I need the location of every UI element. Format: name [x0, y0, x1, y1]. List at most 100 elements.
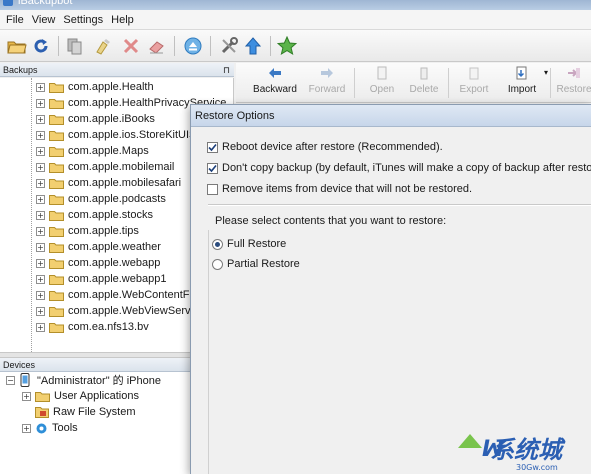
folder-icon — [49, 274, 64, 285]
full-restore-radio[interactable]: Full Restore — [212, 238, 286, 250]
dialog-divider — [208, 204, 591, 206]
forward-button[interactable]: Forward — [304, 66, 350, 95]
menu-file[interactable]: File — [4, 14, 30, 26]
pin-icon[interactable]: ⊓ — [223, 63, 230, 77]
device-child-user-applications[interactable]: + User Applications — [22, 388, 139, 404]
tree-item[interactable]: + com.apple.ios.StoreKitUISe — [36, 127, 203, 143]
tree-item[interactable]: + com.apple.mobilesafari — [36, 175, 181, 191]
folder-icon — [49, 178, 64, 189]
expand-icon[interactable]: + — [36, 210, 45, 220]
menu-help[interactable]: Help — [109, 14, 140, 26]
expand-icon[interactable]: + — [22, 391, 31, 401]
folder-icon — [35, 391, 50, 402]
folder-icon — [49, 82, 64, 93]
expand-icon[interactable]: + — [36, 322, 45, 332]
expand-icon[interactable]: + — [36, 178, 45, 188]
device-child-tools[interactable]: + Tools — [22, 420, 78, 436]
tree-item[interactable]: + com.apple.WebContentFilter — [36, 287, 207, 303]
reboot-after-restore-checkbox[interactable]: Reboot device after restore (Recommended… — [207, 141, 443, 153]
tree-item[interactable]: + com.apple.stocks — [36, 207, 153, 223]
expand-icon[interactable]: + — [36, 114, 45, 124]
window-title: iBackupbot — [18, 0, 73, 7]
arrow-right-icon — [321, 68, 333, 78]
folder-icon — [49, 98, 64, 109]
expand-icon[interactable]: + — [36, 194, 45, 204]
folder-icon — [49, 130, 64, 141]
export-button[interactable]: Export — [454, 66, 494, 95]
expand-icon[interactable]: + — [22, 423, 31, 433]
contents-label: Please select contents that you want to … — [215, 215, 447, 227]
open-button[interactable]: Open — [364, 66, 400, 95]
expand-icon[interactable]: + — [36, 258, 45, 268]
backward-button[interactable]: Backward — [250, 66, 300, 95]
tree-item[interactable]: + com.apple.iBooks — [36, 111, 155, 127]
document-icon — [377, 66, 387, 80]
main-toolbar — [0, 30, 591, 62]
copy-icon[interactable] — [64, 35, 86, 57]
tree-item[interactable]: + com.ea.nfs13.bv — [36, 319, 149, 335]
watermark-text: 系统城 — [490, 436, 566, 464]
open-folder-icon[interactable] — [6, 35, 28, 57]
remove-items-checkbox[interactable]: Remove items from device that will not b… — [207, 183, 472, 195]
menu-settings[interactable]: Settings — [61, 14, 109, 26]
folder-icon — [49, 306, 64, 317]
devices-header-label: Devices — [3, 360, 36, 370]
refresh-icon[interactable] — [30, 35, 52, 57]
export-icon — [469, 67, 479, 80]
expand-icon[interactable]: + — [36, 82, 45, 92]
dialog-title: Restore Options — [191, 105, 591, 127]
tree-item[interactable]: + com.apple.mobilemail — [36, 159, 174, 175]
partial-restore-radio[interactable]: Partial Restore — [212, 258, 300, 270]
import-icon — [516, 66, 527, 80]
device-node[interactable]: − "Administrator" 的 iPhone — [6, 372, 161, 388]
menu-view[interactable]: View — [30, 14, 62, 26]
tree-item[interactable]: + com.apple.webapp1 — [36, 271, 166, 287]
watermark-logo: ꟽ 系统城 30Gw.com — [438, 418, 591, 474]
trash-icon — [420, 67, 428, 80]
tree-item[interactable]: + com.apple.Health — [36, 79, 154, 95]
title-bar: iBackupbot — [0, 0, 591, 10]
backups-header-label: Backups — [3, 65, 38, 75]
import-button[interactable]: Import ▾ — [500, 66, 548, 95]
eject-icon[interactable] — [182, 35, 204, 57]
folder-icon — [49, 194, 64, 205]
tools-icon[interactable] — [218, 35, 240, 57]
gear-icon — [36, 423, 47, 433]
expand-icon[interactable]: + — [36, 146, 45, 156]
tree-item[interactable]: + com.apple.WebViewService — [36, 303, 205, 319]
watermark-domain: 30Gw.com — [516, 463, 558, 472]
folder-icon — [49, 290, 64, 301]
eraser-icon[interactable] — [146, 35, 168, 57]
dont-copy-backup-checkbox[interactable]: Don't copy backup (by default, iTunes wi… — [207, 162, 591, 174]
delete-button[interactable]: Delete — [406, 66, 442, 95]
folder-icon — [49, 226, 64, 237]
file-toolbar: Backward Forward Open Delete Export Impo… — [236, 63, 591, 103]
tree-item[interactable]: + com.apple.Maps — [36, 143, 149, 159]
folder-icon — [49, 242, 64, 253]
clean-icon[interactable] — [92, 35, 114, 57]
expand-icon[interactable]: + — [36, 290, 45, 300]
expand-icon[interactable]: + — [36, 130, 45, 140]
expand-icon[interactable]: + — [36, 274, 45, 284]
tree-item[interactable]: + com.apple.webapp — [36, 255, 160, 271]
expand-icon[interactable]: + — [36, 162, 45, 172]
radio-unselected-icon — [212, 258, 223, 270]
tree-item[interactable]: + com.apple.tips — [36, 223, 139, 239]
dropdown-arrow-icon[interactable]: ▾ — [544, 68, 548, 77]
backups-panel-header: Backups ⊓ — [0, 63, 234, 77]
expand-icon[interactable]: + — [36, 98, 45, 108]
tree-item[interactable]: + com.apple.weather — [36, 239, 161, 255]
expand-icon[interactable]: + — [36, 242, 45, 252]
star-icon[interactable] — [276, 35, 298, 57]
device-child-raw-file-system[interactable]: Raw File System — [35, 404, 136, 420]
restore-button[interactable]: Restore — [554, 66, 591, 95]
delete-icon[interactable] — [120, 35, 142, 57]
expand-icon[interactable]: + — [36, 226, 45, 236]
folder-icon — [49, 114, 64, 125]
tree-item[interactable]: + com.apple.podcasts — [36, 191, 166, 207]
arrow-left-icon — [269, 68, 281, 78]
folder-icon — [49, 258, 64, 269]
expand-icon[interactable]: + — [36, 306, 45, 316]
upload-icon[interactable] — [242, 35, 264, 57]
collapse-icon[interactable]: − — [6, 375, 15, 385]
